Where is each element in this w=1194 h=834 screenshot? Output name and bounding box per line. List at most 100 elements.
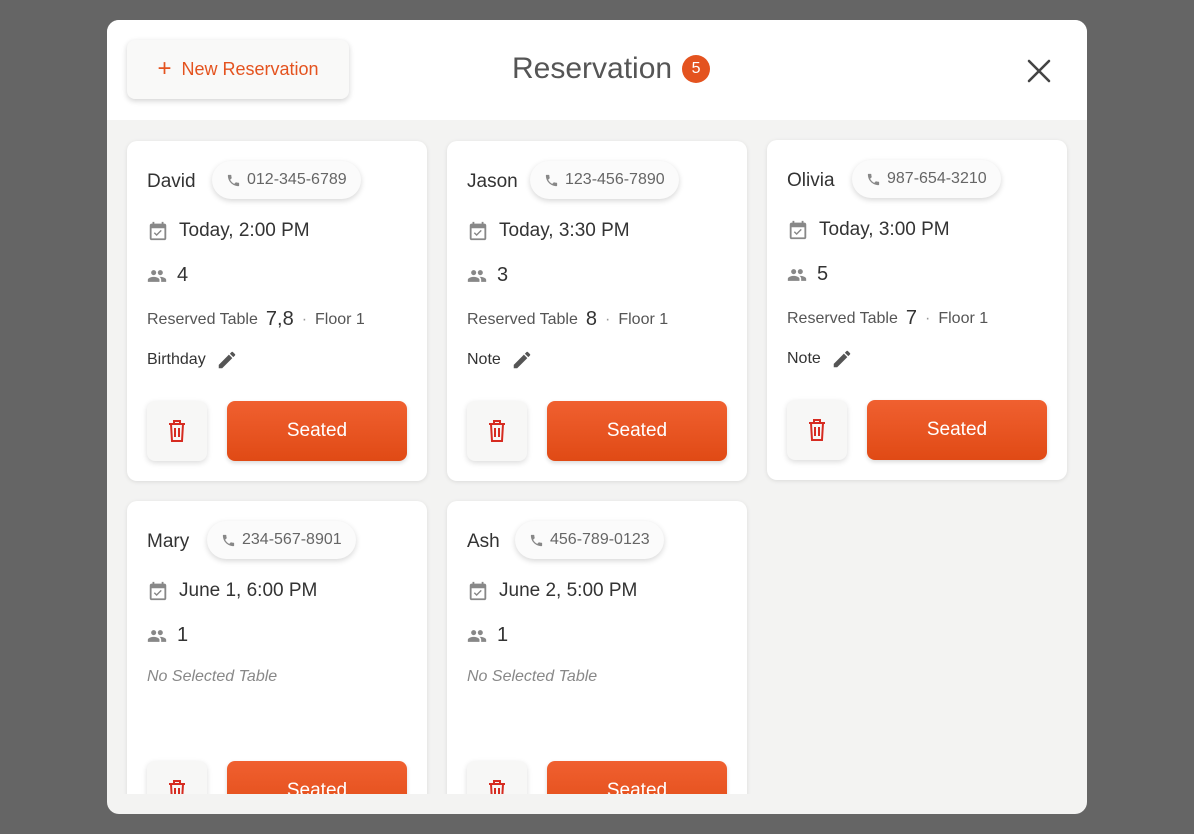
reservation-datetime: June 1, 6:00 PM <box>147 580 317 602</box>
datetime-text: Today, 3:30 PM <box>499 220 630 241</box>
separator-dot: · <box>301 310 308 328</box>
guest-count-value: 3 <box>497 264 509 286</box>
note-text: Birthday <box>147 351 206 368</box>
phone-chip[interactable]: 123-456-7890 <box>530 161 679 199</box>
calendar-check-icon <box>789 220 807 240</box>
phone-icon <box>222 534 235 546</box>
reservations-grid: David 012-345-6789 Today, 2:00 PM 4 Rese… <box>107 120 1087 794</box>
phone-number: 456-789-0123 <box>550 531 650 548</box>
note-row[interactable]: Birthday <box>147 349 238 371</box>
reservation-datetime: Today, 3:00 PM <box>787 219 950 241</box>
close-icon <box>1027 59 1051 83</box>
delete-button[interactable] <box>147 761 207 794</box>
pencil-icon[interactable] <box>216 349 238 371</box>
calendar-check-icon <box>149 581 167 601</box>
table-number: 7 <box>905 307 918 329</box>
reservation-datetime: Today, 2:00 PM <box>147 220 310 242</box>
reservation-datetime: Today, 3:30 PM <box>467 220 630 242</box>
seated-button[interactable]: Seated <box>227 761 407 794</box>
calendar-check-icon <box>149 221 167 241</box>
modal-header: + New Reservation Reservation 5 <box>107 20 1087 120</box>
note-row[interactable]: Note <box>787 348 853 370</box>
reservation-modal: + New Reservation Reservation 5 David 01… <box>107 20 1087 814</box>
no-table-label: No Selected Table <box>467 668 598 685</box>
people-icon <box>147 269 167 282</box>
reservation-count-badge: 5 <box>682 55 711 83</box>
trash-icon <box>489 780 505 794</box>
trash-icon <box>169 420 185 442</box>
guest-name: Ash <box>467 531 500 552</box>
phone-chip[interactable]: 987-654-3210 <box>852 160 1001 198</box>
seated-button[interactable]: Seated <box>547 761 727 794</box>
guest-count-value: 1 <box>177 624 189 646</box>
pencil-icon[interactable] <box>831 348 853 370</box>
reserved-table-label: Reserved Table <box>467 310 578 328</box>
reserved-table-label: Reserved Table <box>147 310 258 328</box>
seated-button[interactable]: Seated <box>547 401 727 461</box>
no-table-label: No Selected Table <box>147 668 278 685</box>
guest-count: 3 <box>467 264 508 287</box>
reservation-card: Mary 234-567-8901 June 1, 6:00 PM 1 No S… <box>127 501 427 794</box>
reserved-table: Reserved Table 7 · Floor 1 <box>787 307 988 330</box>
floor-label: Floor 1 <box>938 309 989 327</box>
reservation-card: Ash 456-789-0123 June 2, 5:00 PM 1 No Se… <box>447 501 747 794</box>
guest-count: 1 <box>467 624 508 647</box>
note-text: Note <box>787 350 821 367</box>
note-text: Note <box>467 351 501 368</box>
phone-icon <box>545 174 558 186</box>
phone-number: 234-567-8901 <box>242 531 342 548</box>
guest-name: David <box>147 171 196 192</box>
people-icon <box>467 629 487 642</box>
seated-button[interactable]: Seated <box>867 400 1047 460</box>
delete-button[interactable] <box>787 400 847 460</box>
phone-icon <box>227 174 240 186</box>
reservation-card: David 012-345-6789 Today, 2:00 PM 4 Rese… <box>127 141 427 481</box>
phone-chip[interactable]: 456-789-0123 <box>515 521 664 559</box>
calendar-check-icon <box>469 581 487 601</box>
phone-icon <box>530 534 543 546</box>
people-icon <box>787 268 807 281</box>
datetime-text: Today, 2:00 PM <box>179 220 310 241</box>
trash-icon <box>489 420 505 442</box>
guest-name: Jason <box>467 171 518 192</box>
close-button[interactable] <box>1025 57 1053 85</box>
modal-title: Reservation 5 <box>512 52 711 86</box>
delete-button[interactable] <box>467 761 527 794</box>
phone-chip[interactable]: 012-345-6789 <box>212 161 361 199</box>
phone-icon <box>867 173 880 185</box>
phone-number: 123-456-7890 <box>565 171 665 188</box>
separator-dot: · <box>605 310 611 328</box>
guest-count: 4 <box>147 264 188 287</box>
floor-label: Floor 1 <box>315 310 365 328</box>
guest-count: 1 <box>147 624 188 647</box>
reserved-table-label: Reserved Table <box>787 309 898 327</box>
floor-label: Floor 1 <box>618 310 669 328</box>
people-icon <box>147 629 167 642</box>
delete-button[interactable] <box>467 401 527 461</box>
table-number: 7,8 <box>265 308 294 330</box>
people-icon <box>467 269 487 282</box>
note-row[interactable]: Note <box>467 349 533 371</box>
reserved-table: Reserved Table 7,8 · Floor 1 <box>147 308 365 331</box>
new-reservation-button[interactable]: + New Reservation <box>127 40 349 99</box>
guest-count-value: 5 <box>817 263 829 285</box>
reservation-card: Jason 123-456-7890 Today, 3:30 PM 3 Rese… <box>447 141 747 481</box>
title-text: Reservation <box>512 52 673 85</box>
pencil-icon[interactable] <box>511 349 533 371</box>
seated-button[interactable]: Seated <box>227 401 407 461</box>
phone-number: 987-654-3210 <box>887 170 987 187</box>
datetime-text: June 2, 5:00 PM <box>499 580 638 601</box>
datetime-text: Today, 3:00 PM <box>819 219 950 240</box>
phone-chip[interactable]: 234-567-8901 <box>207 521 356 559</box>
phone-number: 012-345-6789 <box>247 171 347 188</box>
delete-button[interactable] <box>147 401 207 461</box>
plus-icon: + <box>157 54 172 82</box>
reservation-card: Olivia 987-654-3210 Today, 3:00 PM 5 Res… <box>767 140 1067 480</box>
guest-count-value: 1 <box>497 624 509 646</box>
calendar-check-icon <box>469 221 487 241</box>
trash-icon <box>809 419 825 441</box>
table-number: 8 <box>585 308 598 330</box>
guest-name: Mary <box>147 531 190 552</box>
guest-name: Olivia <box>787 170 835 191</box>
datetime-text: June 1, 6:00 PM <box>179 580 318 601</box>
